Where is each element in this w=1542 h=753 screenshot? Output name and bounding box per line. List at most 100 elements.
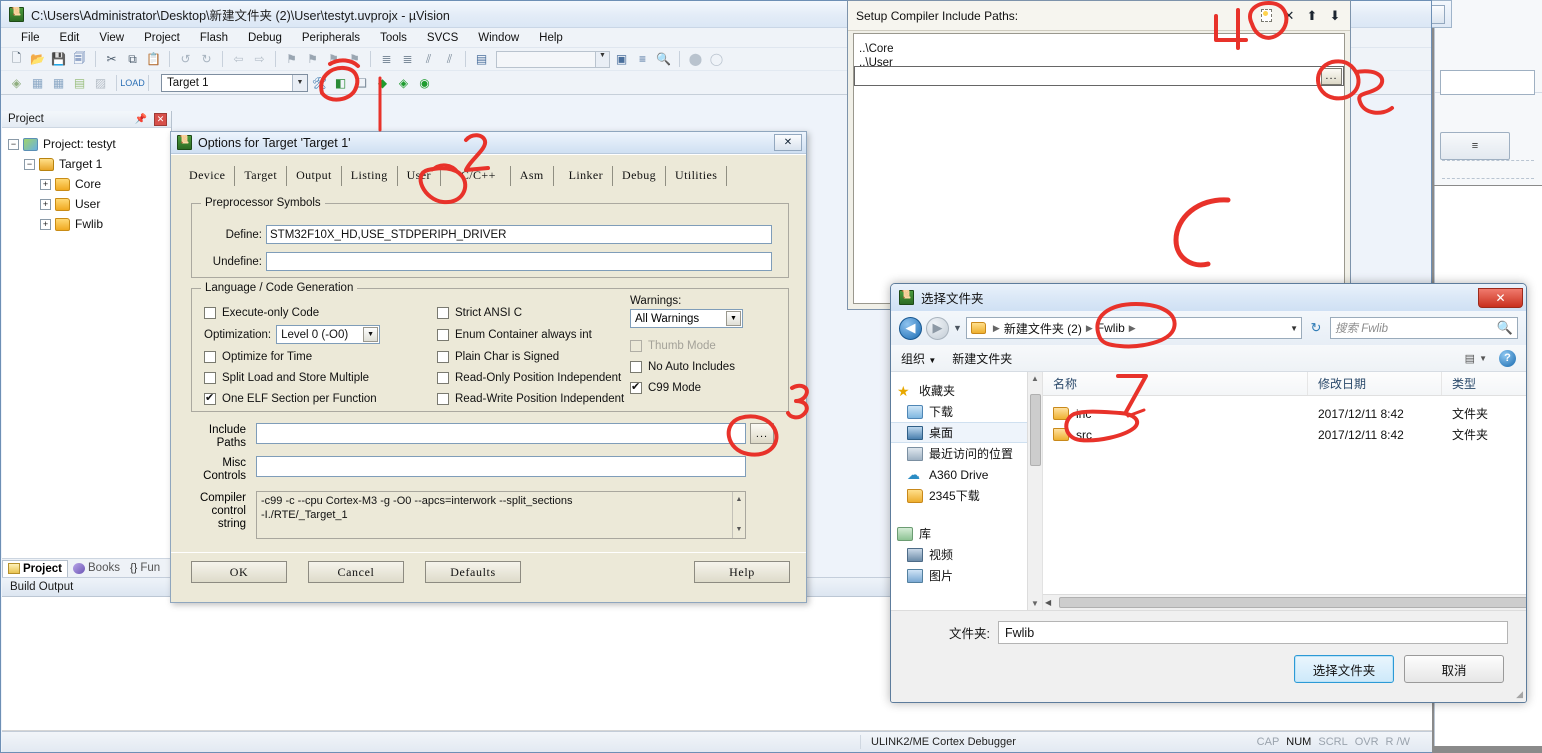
menu-item-tools[interactable]: Tools bbox=[370, 31, 417, 45]
organize-menu[interactable]: 组织 ▼ bbox=[901, 350, 936, 367]
search-input[interactable]: 搜索 Fwlib 🔍 bbox=[1330, 317, 1518, 339]
menu-item-window[interactable]: Window bbox=[468, 31, 529, 45]
menu-item-flash[interactable]: Flash bbox=[190, 31, 238, 45]
uncomment-icon[interactable]: ⫽ bbox=[440, 50, 459, 69]
checkbox-box[interactable] bbox=[204, 350, 216, 363]
new-folder-button[interactable]: 新建文件夹 bbox=[952, 350, 1012, 367]
menu-item-help[interactable]: Help bbox=[529, 31, 573, 45]
resize-grip-icon[interactable]: ◢ bbox=[1516, 689, 1523, 700]
tree-node-user[interactable]: + User bbox=[8, 194, 171, 214]
back-icon[interactable]: ⇦ bbox=[229, 50, 248, 69]
project-tree[interactable]: − Project: testyt − Target 1 + Core + Us… bbox=[2, 128, 171, 234]
include-path-item[interactable]: ..\Core bbox=[857, 42, 1344, 56]
save-icon[interactable]: 💾 bbox=[49, 50, 68, 69]
scroll-down-icon[interactable]: ▼ bbox=[736, 523, 743, 537]
tab-user[interactable]: User bbox=[398, 166, 441, 186]
tree-expander[interactable]: + bbox=[40, 178, 51, 190]
defaults-button[interactable]: Defaults bbox=[425, 561, 521, 583]
checkbox-box[interactable] bbox=[204, 391, 216, 405]
tree-expander[interactable]: − bbox=[8, 138, 19, 150]
chevron-down-icon[interactable]: ▼ bbox=[292, 74, 307, 91]
sidebar-item-2345-downloads[interactable]: 2345下载 bbox=[891, 485, 1042, 506]
scroll-down-icon[interactable]: ▼ bbox=[1031, 599, 1039, 608]
chevron-down-icon[interactable]: ▼ bbox=[363, 327, 379, 342]
folder-dialog-toolbar[interactable]: 组织 ▼ 新建文件夹 ▤ ▼ ? bbox=[891, 345, 1526, 372]
move-up-button[interactable]: ⬆ bbox=[1301, 5, 1323, 27]
options-tabstrip[interactable]: Device Target Output Listing User C/C++ … bbox=[180, 164, 806, 186]
forward-arrow-icon[interactable]: ▶ bbox=[926, 316, 949, 340]
menu-item-edit[interactable]: Edit bbox=[50, 31, 90, 45]
menu-item-svcs[interactable]: SVCS bbox=[417, 31, 468, 45]
indent-icon[interactable]: ≣ bbox=[377, 50, 396, 69]
misc-controls-input[interactable] bbox=[256, 456, 746, 477]
ok-button[interactable]: OK bbox=[191, 561, 287, 583]
include-paths-input[interactable] bbox=[256, 423, 746, 444]
sidebar-item-desktop[interactable]: 桌面 bbox=[891, 422, 1042, 443]
tab-listing[interactable]: Listing bbox=[342, 166, 398, 186]
include-path-edit-row[interactable]: ... bbox=[854, 66, 1344, 86]
manage-runtime-env-icon[interactable]: ◧ bbox=[331, 73, 350, 92]
checkbox-one-elf-section[interactable]: One ELF Section per Function bbox=[204, 389, 434, 408]
browse-symbol-icon[interactable]: ▣ bbox=[612, 50, 631, 69]
checkbox-strict-ansi-c[interactable]: Strict ANSI C bbox=[437, 303, 662, 322]
chevron-down-icon[interactable]: ▼ bbox=[1290, 324, 1298, 333]
sidebar-item-favorites[interactable]: ★ 收藏夹 bbox=[891, 380, 1042, 401]
download-icon[interactable]: LOAD bbox=[120, 73, 145, 92]
optimization-row[interactable]: Optimization: Level 0 (-O0) ▼ bbox=[204, 325, 434, 344]
checkbox-box[interactable] bbox=[630, 360, 642, 373]
menu-item-file[interactable]: File bbox=[11, 31, 50, 45]
multi-project-icon[interactable]: ❑ bbox=[352, 73, 371, 92]
close-icon[interactable]: ✕ bbox=[154, 112, 167, 126]
tab-linker[interactable]: Linker bbox=[560, 166, 614, 186]
checkbox-optimize-for-time[interactable]: Optimize for Time bbox=[204, 347, 434, 366]
tab-books[interactable]: Books bbox=[68, 560, 125, 576]
tab-project[interactable]: Project bbox=[2, 559, 68, 577]
search-icon[interactable]: 🔍 bbox=[1497, 320, 1513, 336]
checkbox-box[interactable] bbox=[437, 371, 449, 384]
file-list-header[interactable]: 名称 修改日期 类型 bbox=[1043, 372, 1526, 396]
translate-icon[interactable]: ◈ bbox=[7, 73, 26, 92]
checkbox-enum-container-int[interactable]: Enum Container always int bbox=[437, 325, 662, 344]
include-paths-browse-button[interactable]: ... bbox=[750, 423, 774, 444]
function-list-icon[interactable]: ≡ bbox=[633, 50, 652, 69]
file-row-inc[interactable]: inc 2017/12/11 8:42 文件夹 bbox=[1043, 403, 1526, 424]
menu-item-project[interactable]: Project bbox=[134, 31, 190, 45]
chevron-down-icon[interactable]: ▼ bbox=[953, 323, 962, 333]
checkbox-box[interactable] bbox=[630, 380, 642, 394]
find-icon[interactable]: 🔍 bbox=[654, 50, 673, 69]
scroll-up-icon[interactable]: ▲ bbox=[1031, 374, 1039, 383]
rebuild-icon[interactable]: ▦ bbox=[49, 73, 68, 92]
pin-icon[interactable]: 📌 bbox=[135, 114, 147, 125]
tab-cc[interactable]: C/C++ bbox=[447, 166, 511, 186]
tree-node-core[interactable]: + Core bbox=[8, 174, 171, 194]
scrollbar-thumb[interactable] bbox=[1059, 597, 1526, 608]
copy-icon[interactable]: ⧉ bbox=[123, 50, 142, 69]
folder-file-list[interactable]: 名称 修改日期 类型 inc 2017/12/11 8:42 文件夹 src 2… bbox=[1043, 372, 1526, 610]
new-path-button[interactable] bbox=[1255, 5, 1277, 27]
include-paths-toolbar[interactable]: ✕ ⬆ ⬇ bbox=[1255, 5, 1346, 27]
sidebar-item-videos[interactable]: 视频 bbox=[891, 544, 1042, 565]
checkbox-box[interactable] bbox=[437, 328, 449, 341]
find-in-files-icon[interactable]: ▤ bbox=[472, 50, 491, 69]
components-icon[interactable]: ◆ bbox=[373, 73, 392, 92]
menu-item-view[interactable]: View bbox=[89, 31, 134, 45]
file-row-src[interactable]: src 2017/12/11 8:42 文件夹 bbox=[1043, 424, 1526, 445]
bookmark-toggle-icon[interactable]: ⚑ bbox=[282, 50, 301, 69]
tree-expander[interactable]: + bbox=[40, 218, 51, 230]
checkbox-box[interactable] bbox=[437, 392, 449, 405]
optimization-dropdown[interactable]: Level 0 (-O0) ▼ bbox=[276, 325, 381, 344]
close-icon[interactable]: ✕ bbox=[1478, 287, 1523, 308]
tab-functions[interactable]: {} Fun bbox=[125, 560, 165, 576]
include-paths-list[interactable]: ..\Core ..\User ... bbox=[853, 33, 1345, 304]
pack-installer-icon[interactable]: ◈ bbox=[394, 73, 413, 92]
sidebar-scrollbar[interactable]: ▲ ▼ bbox=[1027, 372, 1042, 610]
redo-icon[interactable]: ↻ bbox=[197, 50, 216, 69]
move-down-button[interactable]: ⬇ bbox=[1324, 5, 1346, 27]
checkbox-box[interactable] bbox=[204, 306, 216, 319]
view-mode-icon[interactable]: ▤ ▼ bbox=[1465, 352, 1487, 365]
chevron-down-icon[interactable]: ▼ bbox=[726, 311, 741, 326]
column-header-name[interactable]: 名称 bbox=[1043, 372, 1308, 395]
checkbox-box[interactable] bbox=[204, 371, 216, 384]
build-icon[interactable]: ▦ bbox=[28, 73, 47, 92]
sidebar-item-pictures[interactable]: 图片 bbox=[891, 565, 1042, 586]
